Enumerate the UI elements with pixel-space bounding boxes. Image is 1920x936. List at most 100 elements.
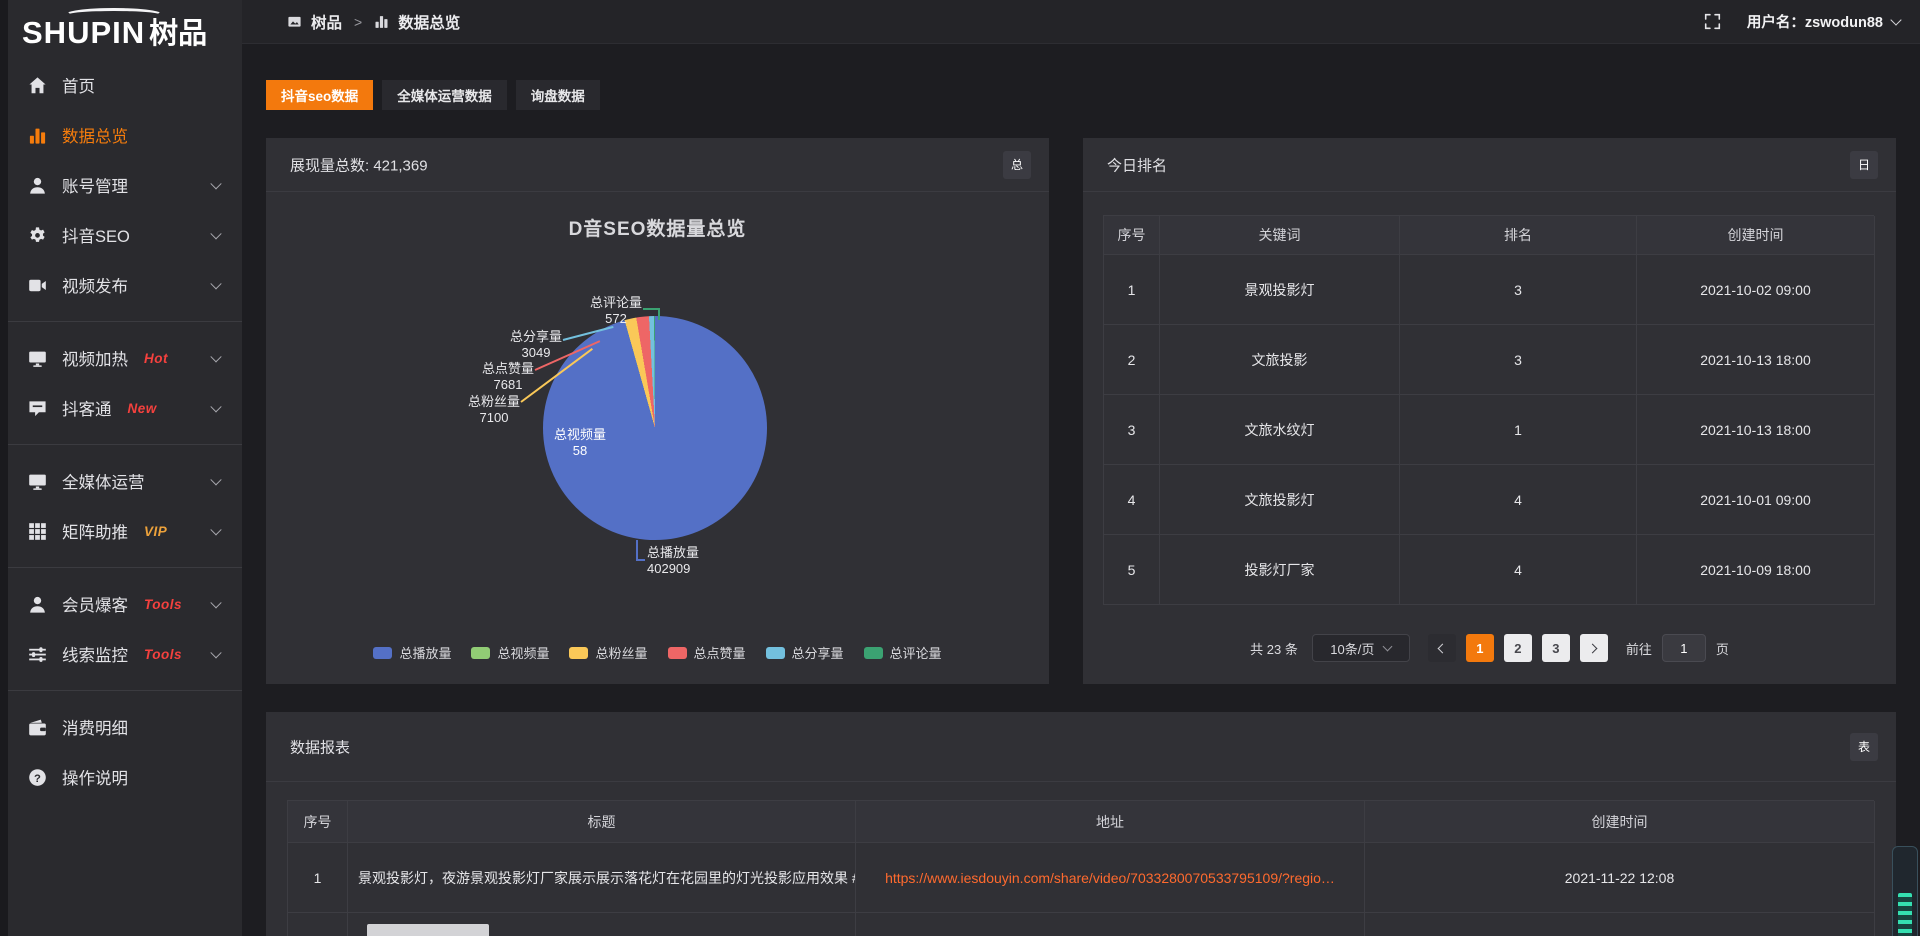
leader-line-plays <box>636 540 638 561</box>
pie-label: 总分享量3049 <box>496 329 576 360</box>
table-row[interactable]: 2文旅投影32021-10-13 18:00 <box>1104 325 1874 395</box>
fullscreen-icon[interactable] <box>1704 13 1721 30</box>
app-logo[interactable]: SHUPIN树品 <box>22 10 207 56</box>
sidebar-item-label: 账号管理 <box>62 173 128 197</box>
table-row[interactable]: 3文旅水纹灯12021-10-13 18:00 <box>1104 395 1874 465</box>
legend-item[interactable]: 总视频量 <box>471 643 549 662</box>
chevron-down-icon <box>210 647 221 658</box>
sidebar-item-label: 抖客通 <box>62 396 112 420</box>
table-header-row: 序号标题地址创建时间 <box>288 801 1874 843</box>
next-page-button[interactable] <box>1580 634 1608 662</box>
legend-label: 总评论量 <box>890 643 942 662</box>
sidebar-item-11[interactable]: 消费明细 <box>0 702 242 752</box>
sidebar-item-1[interactable]: 数据总览 <box>0 110 242 160</box>
legend-item[interactable]: 总评论量 <box>864 643 942 662</box>
table-row[interactable] <box>288 913 1874 936</box>
svg-text:?: ? <box>34 772 41 784</box>
sidebar-item-2[interactable]: 账号管理 <box>0 160 242 210</box>
legend-item[interactable]: 总分享量 <box>766 643 844 662</box>
sidebar-item-9[interactable]: 会员爆客 Tools <box>0 579 242 629</box>
pagination: 共 23 条 10条/页 123 前往 页 <box>1083 634 1896 662</box>
legend-swatch <box>569 647 588 659</box>
table-row[interactable]: 1景观投影灯32021-10-02 09:00 <box>1104 255 1874 325</box>
legend-label: 总粉丝量 <box>595 643 647 662</box>
page-button-3[interactable]: 3 <box>1542 634 1570 662</box>
page-button-1[interactable]: 1 <box>1466 634 1494 662</box>
page-size-select[interactable]: 10条/页 <box>1312 634 1410 662</box>
table-cell <box>1365 913 1875 936</box>
username-label: 用户名：zswodun88 <box>1747 11 1883 32</box>
table-cell: 3 <box>1400 325 1637 395</box>
sidebar-item-5[interactable]: 视频加热Hot <box>0 333 242 383</box>
pie-label: 总点赞量7681 <box>468 361 548 392</box>
day-badge-button[interactable]: 日 <box>1850 151 1878 179</box>
sidebar-item-0[interactable]: 首页 <box>0 60 242 110</box>
report-url-link[interactable]: https://www.iesdouyin.com/share/video/70… <box>856 843 1365 913</box>
legend-item[interactable]: 总粉丝量 <box>569 643 647 662</box>
chevron-down-icon <box>210 178 221 189</box>
column-header: 地址 <box>856 801 1365 843</box>
chevron-down-icon <box>210 278 221 289</box>
table-badge-button[interactable]: 表 <box>1850 733 1878 761</box>
tab-1[interactable]: 全媒体运营数据 <box>382 80 507 110</box>
sidebar-item-7[interactable]: 全媒体运营 <box>0 456 242 506</box>
monitor-icon <box>28 349 47 368</box>
ranking-panel-header: 今日排名 日 <box>1083 138 1896 192</box>
legend-label: 总播放量 <box>399 643 451 662</box>
total-badge-button[interactable]: 总 <box>1003 151 1031 179</box>
legend-item[interactable]: 总播放量 <box>373 643 451 662</box>
sidebar-item-3[interactable]: 抖音SEO <box>0 210 242 260</box>
column-header: 序号 <box>288 801 348 843</box>
legend-swatch <box>864 647 883 659</box>
sidebar-divider <box>0 567 242 568</box>
pie-label: 总评论量572 <box>576 295 656 326</box>
pie-label-value: 7681 <box>468 377 548 393</box>
sidebar-item-10[interactable]: 线索监控Tools <box>0 629 242 679</box>
pie-label-value: 3049 <box>496 345 576 361</box>
table-cell: 3 <box>1400 255 1637 325</box>
logo-arc <box>64 8 164 22</box>
report-panel-title: 数据报表 <box>290 736 350 757</box>
sidebar-item-4[interactable]: 视频发布 <box>0 260 242 310</box>
tab-0[interactable]: 抖音seo数据 <box>266 80 373 110</box>
breadcrumb: 树品 > 数据总览 <box>287 11 460 33</box>
partial-row-highlight <box>367 924 489 936</box>
chevron-down-icon <box>210 597 221 608</box>
legend-item[interactable]: 总点赞量 <box>668 643 746 662</box>
sidebar-item-6[interactable]: 抖客通New <box>0 383 242 433</box>
table-cell: 文旅投影 <box>1160 325 1400 395</box>
pie-label-value: 7100 <box>454 410 534 426</box>
scroll-widget[interactable] <box>1892 846 1918 936</box>
breadcrumb-item-root[interactable]: 树品 <box>311 11 342 33</box>
table-row[interactable]: 1景观投影灯，夜游景观投影灯厂家展示展示落花灯在花园里的灯光投影应用效果 #ht… <box>288 843 1874 913</box>
table-row[interactable]: 4文旅投影灯42021-10-01 09:00 <box>1104 465 1874 535</box>
sidebar-item-badge: Tools <box>144 597 182 612</box>
table-row[interactable]: 5投影灯厂家42021-10-09 18:00 <box>1104 535 1874 605</box>
table-cell: 文旅水纹灯 <box>1160 395 1400 465</box>
logo-text-cn: 树品 <box>149 18 207 50</box>
breadcrumb-item-current[interactable]: 数据总览 <box>398 11 460 33</box>
table-cell: 2 <box>1104 325 1160 395</box>
sidebar-item-label: 消费明细 <box>62 715 128 739</box>
sidebar-item-8[interactable]: 矩阵助推VIP <box>0 506 242 556</box>
user-menu[interactable]: 用户名：zswodun88 <box>1747 11 1900 32</box>
sidebar-item-label: 视频发布 <box>62 273 128 297</box>
page-button-2[interactable]: 2 <box>1504 634 1532 662</box>
pie-label: 总播放量402909 <box>647 545 739 576</box>
tab-2[interactable]: 询盘数据 <box>516 80 600 110</box>
chat-icon <box>28 399 47 418</box>
leader-line-plays <box>636 559 645 561</box>
chevron-down-icon <box>210 474 221 485</box>
chart-panel-header: 展现量总数: 421,369 总 <box>266 138 1049 192</box>
scroll-widget-stripes <box>1898 893 1912 936</box>
goto-page-input[interactable] <box>1662 634 1706 662</box>
sidebar-item-label: 会员爆客 <box>62 592 128 616</box>
sidebar-item-12[interactable]: ?操作说明 <box>0 752 242 802</box>
report-panel-header: 数据报表 表 <box>266 712 1896 782</box>
pie-label: 总粉丝量7100 <box>454 394 534 425</box>
sidebar-item-label: 抖音SEO <box>62 223 130 247</box>
sliders-icon <box>28 645 47 664</box>
prev-page-button[interactable] <box>1428 634 1456 662</box>
column-header: 排名 <box>1400 216 1637 255</box>
table-cell: 文旅投影灯 <box>1160 465 1400 535</box>
